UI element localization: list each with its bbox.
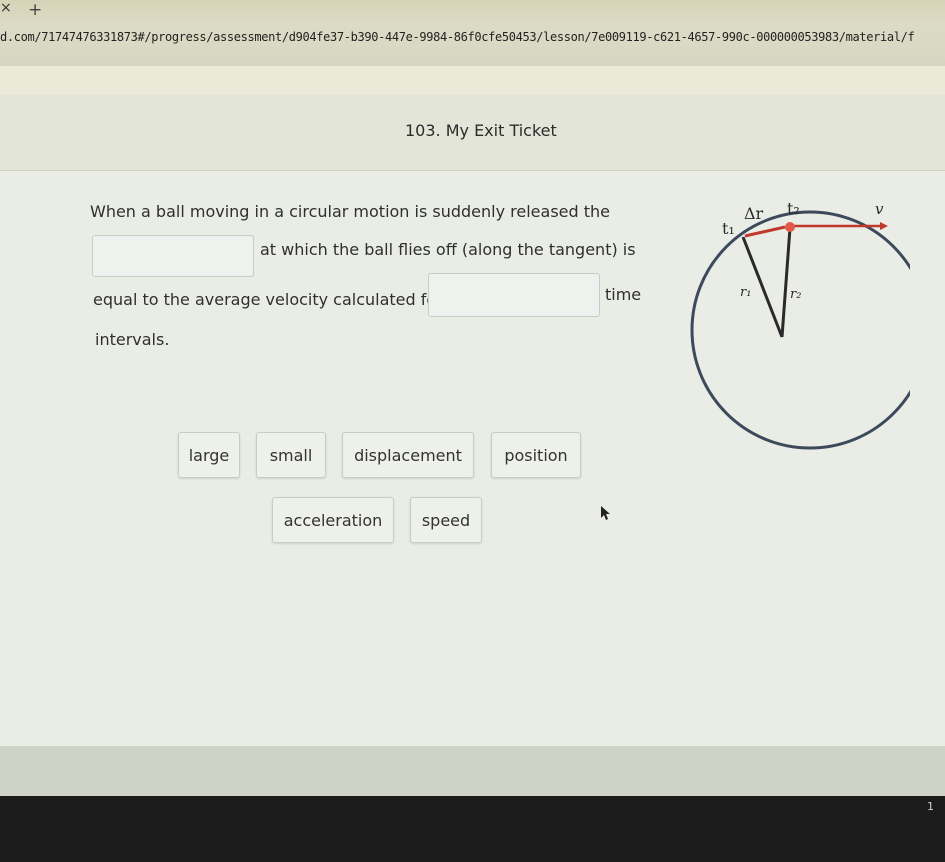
page-title: 103. My Exit Ticket: [405, 121, 557, 140]
answer-drop-zone-2[interactable]: [428, 273, 600, 317]
url-text[interactable]: d.com/71747476331873#/progress/assessmen…: [0, 30, 915, 44]
page-number: 1: [927, 800, 934, 813]
choice-small[interactable]: small: [256, 432, 326, 478]
mouse-cursor-icon: [601, 506, 610, 520]
r2-vector: [780, 227, 792, 338]
question-line-3-end: time: [605, 285, 642, 304]
choice-acceleration[interactable]: acceleration: [272, 497, 394, 543]
question-line-1: When a ball moving in a circular motion …: [90, 202, 611, 221]
label-v: v: [875, 200, 884, 218]
label-t1: t₁: [722, 219, 735, 238]
question-line-2: at which the ball flies off (along the t…: [260, 240, 636, 259]
page-footer: [0, 746, 945, 796]
label-delta-r: Δr: [744, 204, 764, 223]
velocity-arrowhead: [880, 222, 888, 230]
question-line-3-start: equal to the average velocity calculated…: [93, 290, 443, 309]
label-r2: r₂: [790, 287, 801, 302]
question-line-4: intervals.: [95, 330, 170, 349]
choice-displacement[interactable]: displacement: [342, 432, 474, 478]
choice-large[interactable]: large: [178, 432, 240, 478]
address-bar[interactable]: d.com/71747476331873#/progress/assessmen…: [0, 22, 945, 66]
new-tab-icon[interactable]: +: [28, 0, 42, 20]
close-tab-icon[interactable]: ×: [0, 0, 12, 16]
screen-bezel: [0, 796, 945, 862]
ball-point: [785, 222, 795, 232]
circular-motion-diagram: t₁ Δr t₂ v r₁ r₂: [690, 199, 910, 450]
browser-tab-strip: × +: [0, 0, 945, 22]
circle-path: [690, 210, 910, 450]
choice-speed[interactable]: speed: [410, 497, 482, 543]
answer-drop-zone-1[interactable]: [92, 235, 254, 277]
label-r1: r₁: [740, 285, 751, 300]
choice-position[interactable]: position: [491, 432, 581, 478]
label-t2: t₂: [787, 199, 800, 218]
